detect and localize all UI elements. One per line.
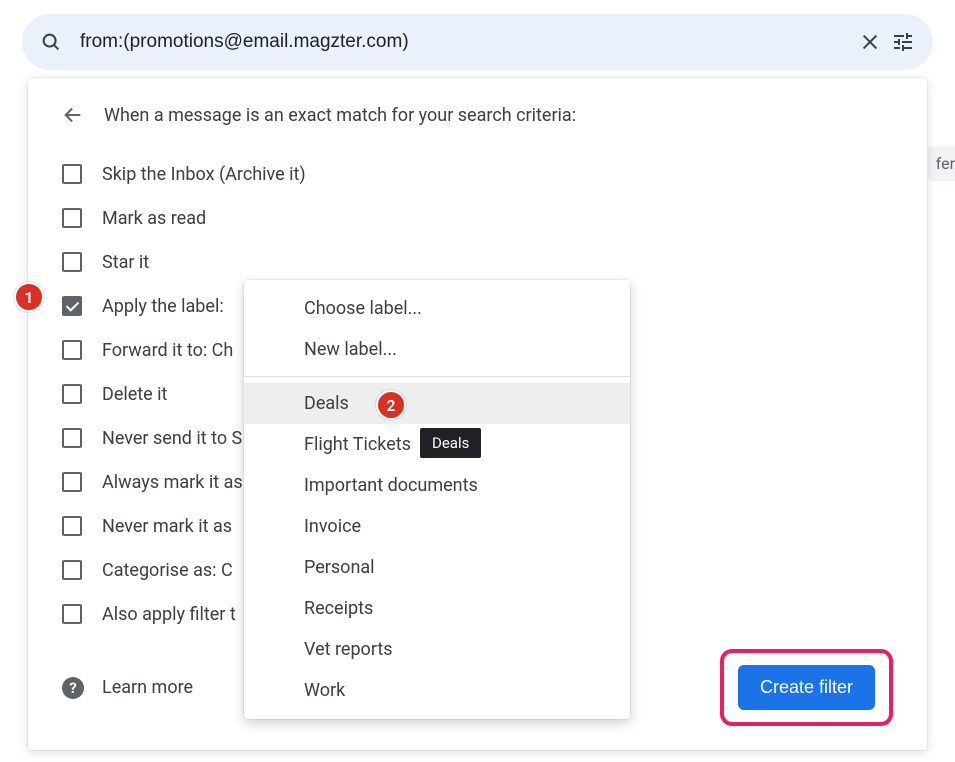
option-label: Always mark it as (102, 472, 243, 493)
search-bar (22, 14, 933, 70)
dropdown-label-deals[interactable]: Deals (244, 383, 630, 424)
back-arrow-icon[interactable] (62, 104, 84, 126)
option-label: Star it (102, 252, 149, 273)
search-input[interactable] (80, 31, 849, 53)
help-icon[interactable]: ? (62, 677, 84, 699)
option-label: Never send it to S (102, 428, 242, 449)
checkbox-also-apply[interactable] (62, 604, 82, 624)
checkbox-delete[interactable] (62, 384, 82, 404)
learn-more-link[interactable]: Learn more (102, 677, 193, 698)
annotation-badge-1: 1 (14, 282, 44, 312)
option-mark-read: Mark as read (62, 196, 893, 240)
search-icon[interactable] (40, 31, 62, 53)
dropdown-label-receipts[interactable]: Receipts (244, 588, 630, 629)
tooltip-deals: Deals (420, 428, 481, 458)
option-label: Forward it to: Ch (102, 340, 233, 361)
label-dropdown: Choose label... New label... Deals Fligh… (244, 280, 630, 719)
checkbox-mark-read[interactable] (62, 208, 82, 228)
dropdown-label-personal[interactable]: Personal (244, 547, 630, 588)
option-label: Mark as read (102, 208, 206, 229)
dropdown-divider (244, 376, 630, 377)
dropdown-label-work[interactable]: Work (244, 670, 630, 711)
option-label: Never mark it as (102, 516, 232, 537)
checkbox-apply-label[interactable] (62, 296, 82, 316)
dropdown-new-label[interactable]: New label... (244, 329, 630, 370)
option-label: Apply the label: (102, 296, 224, 317)
dropdown-label-invoice[interactable]: Invoice (244, 506, 630, 547)
dropdown-label-important-documents[interactable]: Important documents (244, 465, 630, 506)
option-label: Categorise as: C (102, 560, 233, 581)
background-tab-partial: fer (928, 146, 955, 181)
checkbox-never-spam[interactable] (62, 428, 82, 448)
checkbox-skip-inbox[interactable] (62, 164, 82, 184)
option-skip-inbox: Skip the Inbox (Archive it) (62, 152, 893, 196)
create-filter-button[interactable]: Create filter (738, 665, 875, 710)
search-options-icon[interactable] (891, 30, 915, 54)
option-star-it: Star it (62, 240, 893, 284)
option-label: Delete it (102, 384, 167, 405)
dropdown-label-vet-reports[interactable]: Vet reports (244, 629, 630, 670)
checkbox-forward[interactable] (62, 340, 82, 360)
panel-header-text: When a message is an exact match for you… (104, 105, 576, 126)
checkbox-categorise[interactable] (62, 560, 82, 580)
checkbox-always-important[interactable] (62, 472, 82, 492)
option-label: Skip the Inbox (Archive it) (102, 164, 306, 185)
annotation-badge-2: 2 (376, 390, 406, 420)
clear-search-icon[interactable] (859, 31, 881, 53)
create-filter-highlight: Create filter (720, 649, 893, 726)
dropdown-choose-label[interactable]: Choose label... (244, 288, 630, 329)
checkbox-star-it[interactable] (62, 252, 82, 272)
option-label: Also apply filter t (102, 604, 236, 625)
checkbox-never-important[interactable] (62, 516, 82, 536)
